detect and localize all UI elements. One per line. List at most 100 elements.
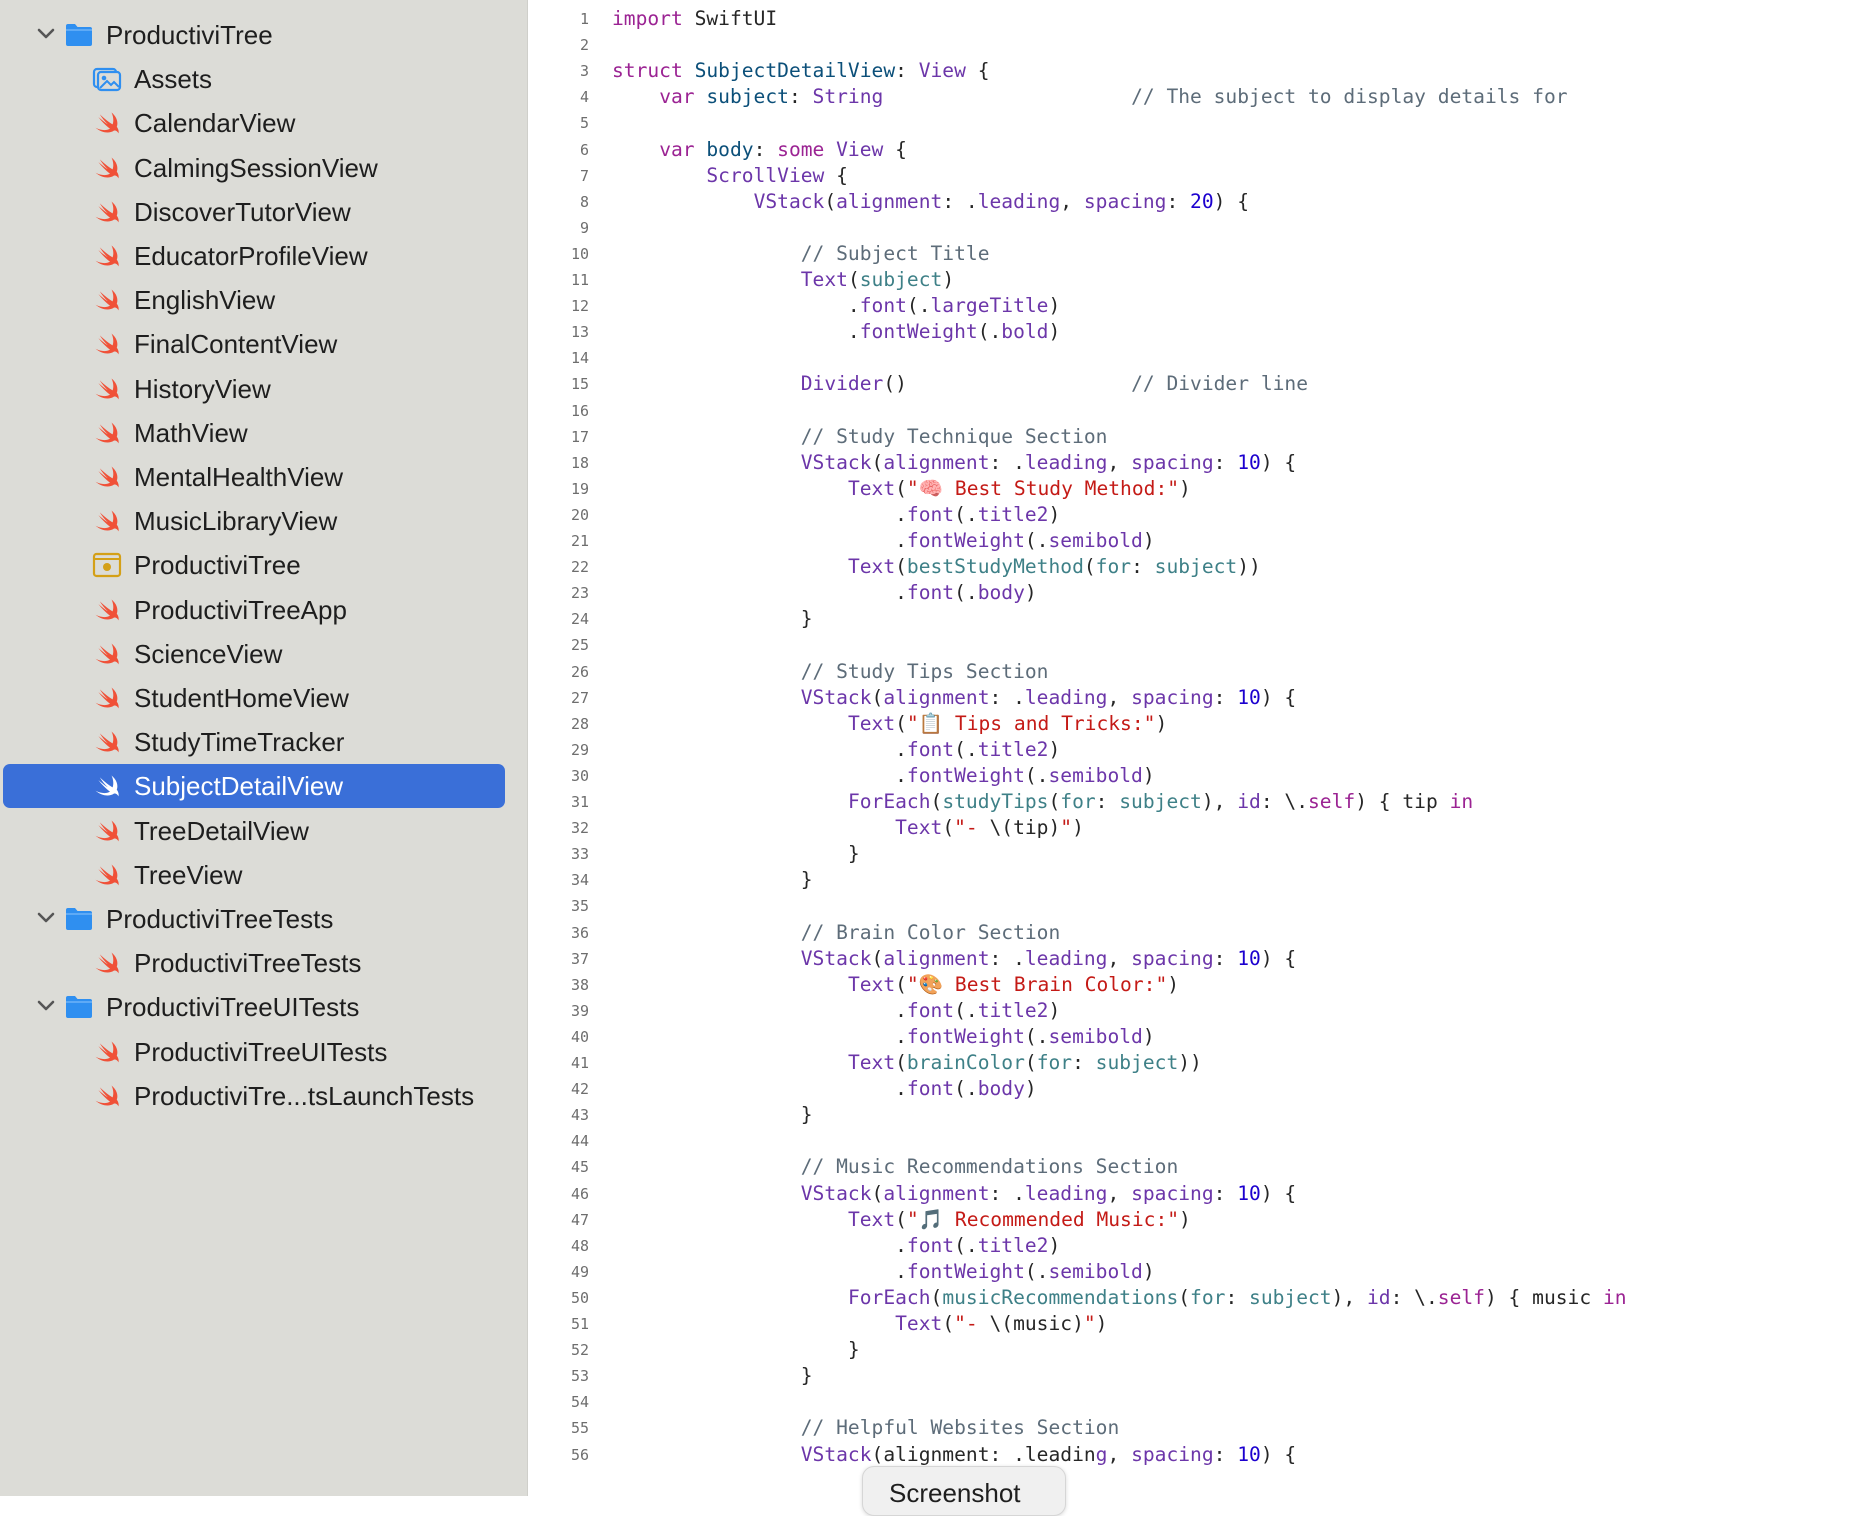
code-line[interactable]: 16: [528, 397, 1856, 423]
code-line[interactable]: 50 ForEach(musicRecommendations(for: sub…: [528, 1284, 1856, 1310]
code-line[interactable]: 36 // Brain Color Section: [528, 919, 1856, 945]
code-line[interactable]: 23 .font(.body): [528, 579, 1856, 605]
code-line[interactable]: 30 .fontWeight(.semibold): [528, 762, 1856, 788]
file-productivitreeapp[interactable]: ProductiviTreeApp: [0, 588, 527, 632]
file-productivitreeuitests[interactable]: ProductiviTreeUITests: [0, 1030, 527, 1074]
file-treedetailview[interactable]: TreeDetailView: [0, 809, 527, 853]
disclosure-chevron-down-icon[interactable]: [33, 21, 59, 47]
code-line[interactable]: 45 // Music Recommendations Section: [528, 1153, 1856, 1179]
code-token: ) {: [1260, 946, 1297, 970]
code-line[interactable]: 11 Text(subject): [528, 266, 1856, 292]
file-historyview[interactable]: HistoryView: [0, 367, 527, 411]
code-line[interactable]: 20 .font(.title2): [528, 501, 1856, 527]
file-productivitree[interactable]: ProductiviTree: [0, 543, 527, 587]
code-line[interactable]: 3 struct SubjectDetailView: View {: [528, 57, 1856, 83]
code-line[interactable]: 18 VStack(alignment: .leading, spacing: …: [528, 449, 1856, 475]
code-line[interactable]: 14: [528, 344, 1856, 370]
code-line[interactable]: 56 VStack(alignment: .leading, spacing: …: [528, 1441, 1856, 1467]
file-treeview[interactable]: TreeView: [0, 853, 527, 897]
code-line[interactable]: 17 // Study Technique Section: [528, 423, 1856, 449]
file-assets[interactable]: Assets: [0, 57, 527, 101]
code-line[interactable]: 49 .fontWeight(.semibold): [528, 1258, 1856, 1284]
code-line[interactable]: 31 ForEach(studyTips(for: subject), id: …: [528, 788, 1856, 814]
code-line[interactable]: 55 // Helpful Websites Section: [528, 1414, 1856, 1440]
code-line[interactable]: 35: [528, 892, 1856, 918]
code-token: Text: [847, 711, 896, 735]
file-mathview[interactable]: MathView: [0, 411, 527, 455]
code-token: font: [906, 998, 955, 1022]
file-subjectdetailview[interactable]: SubjectDetailView: [0, 764, 527, 809]
code-line[interactable]: 2: [528, 31, 1856, 57]
code-line[interactable]: 24 }: [528, 605, 1856, 631]
code-line[interactable]: 5: [528, 109, 1856, 135]
file-scienceview[interactable]: ScienceView: [0, 632, 527, 676]
code-line[interactable]: 44: [528, 1127, 1856, 1153]
file-musiclibraryview[interactable]: MusicLibraryView: [0, 499, 527, 543]
code-line[interactable]: 43 }: [528, 1101, 1856, 1127]
code-line[interactable]: 46 VStack(alignment: .leading, spacing: …: [528, 1180, 1856, 1206]
code-line[interactable]: 6 var body: some View {: [528, 136, 1856, 162]
code-editor[interactable]: 1 import SwiftUI 2 3 struct SubjectDetailVie…: [528, 0, 1856, 1496]
code-line[interactable]: 32 Text("- \(tip)"): [528, 814, 1856, 840]
line-number: 11: [570, 271, 589, 289]
code-line[interactable]: 8 VStack(alignment: .leading, spacing: 2…: [528, 188, 1856, 214]
code-line[interactable]: 27 VStack(alignment: .leading, spacing: …: [528, 684, 1856, 710]
file-englishview[interactable]: EnglishView: [0, 278, 527, 322]
code-line[interactable]: 34 }: [528, 866, 1856, 892]
code-line[interactable]: 13 .fontWeight(.bold): [528, 318, 1856, 344]
code-token: body: [977, 1077, 1025, 1101]
group-productivitreeuitests[interactable]: ProductiviTreeUITests: [0, 985, 527, 1029]
file-productivitre-tslaunchtests[interactable]: ProductiviTre...tsLaunchTests: [0, 1074, 527, 1118]
navigator-item-label: ProductiviTre...tsLaunchTests: [134, 1080, 475, 1111]
code-line[interactable]: 52 }: [528, 1336, 1856, 1362]
code-line[interactable]: 41 Text(brainColor(for: subject)): [528, 1049, 1856, 1075]
code-token: alignment: [883, 685, 990, 709]
code-line[interactable]: 42 .font(.body): [528, 1075, 1856, 1101]
group-productivitreetests[interactable]: ProductiviTreeTests: [0, 897, 527, 941]
disclosure-chevron-down-icon[interactable]: [33, 905, 59, 931]
code-token: (.: [954, 1233, 978, 1257]
code-line[interactable]: 12 .font(.largeTitle): [528, 292, 1856, 318]
code-line[interactable]: 1 import SwiftUI: [528, 5, 1856, 31]
code-text: ForEach(musicRecommendations(for: subjec…: [612, 1286, 1627, 1310]
code-line[interactable]: 9: [528, 214, 1856, 240]
code-line[interactable]: 26 // Study Tips Section: [528, 658, 1856, 684]
file-calendarview[interactable]: CalendarView: [0, 101, 527, 145]
code-line[interactable]: 4 var subject: String // The subject to …: [528, 83, 1856, 109]
code-line[interactable]: 19 Text("🧠 Best Study Method:"): [528, 475, 1856, 501]
code-line[interactable]: 54: [528, 1388, 1856, 1414]
file-studenthomeview[interactable]: StudentHomeView: [0, 676, 527, 720]
group-productivitree[interactable]: ProductiviTree: [0, 13, 527, 57]
file-studytimetracker[interactable]: StudyTimeTracker: [0, 720, 527, 764]
code-line[interactable]: 7 ScrollView {: [528, 162, 1856, 188]
code-line[interactable]: 53 }: [528, 1362, 1856, 1388]
code-token: .: [612, 320, 860, 344]
code-token: spacing: [1131, 946, 1214, 970]
file-finalcontentview[interactable]: FinalContentView: [0, 322, 527, 366]
file-mentalhealthview[interactable]: MentalHealthView: [0, 455, 527, 499]
navigator-item-label: ProductiviTreeUITests: [134, 1036, 388, 1067]
code-line[interactable]: 33 }: [528, 840, 1856, 866]
file-educatorprofileview[interactable]: EducatorProfileView: [0, 234, 527, 278]
code-line[interactable]: 22 Text(bestStudyMethod(for: subject)): [528, 553, 1856, 579]
code-line[interactable]: 37 VStack(alignment: .leading, spacing: …: [528, 945, 1856, 971]
code-token: (: [930, 1285, 943, 1309]
file-discovertutorview[interactable]: DiscoverTutorView: [0, 190, 527, 234]
file-calmingsessionview[interactable]: CalmingSessionView: [0, 146, 527, 190]
code-line[interactable]: 10 // Subject Title: [528, 240, 1856, 266]
file-productivitreetests[interactable]: ProductiviTreeTests: [0, 941, 527, 985]
code-line[interactable]: 28 Text("📋 Tips and Tricks:"): [528, 710, 1856, 736]
code-line[interactable]: 39 .font(.title2): [528, 997, 1856, 1023]
code-line[interactable]: 47 Text("🎵 Recommended Music:"): [528, 1206, 1856, 1232]
code-line[interactable]: 29 .font(.title2): [528, 736, 1856, 762]
code-token: :: [1166, 189, 1191, 213]
code-line[interactable]: 38 Text("🎨 Best Brain Color:"): [528, 971, 1856, 997]
code-line[interactable]: 21 .fontWeight(.semibold): [528, 527, 1856, 553]
code-token: ): [1024, 581, 1037, 605]
code-line[interactable]: 40 .fontWeight(.semibold): [528, 1023, 1856, 1049]
code-line[interactable]: 25: [528, 631, 1856, 657]
code-line[interactable]: 48 .font(.title2): [528, 1232, 1856, 1258]
disclosure-chevron-down-icon[interactable]: [33, 993, 59, 1019]
code-line[interactable]: 51 Text("- \(music)"): [528, 1310, 1856, 1336]
code-line[interactable]: 15 Divider() // Divider line: [528, 370, 1856, 396]
